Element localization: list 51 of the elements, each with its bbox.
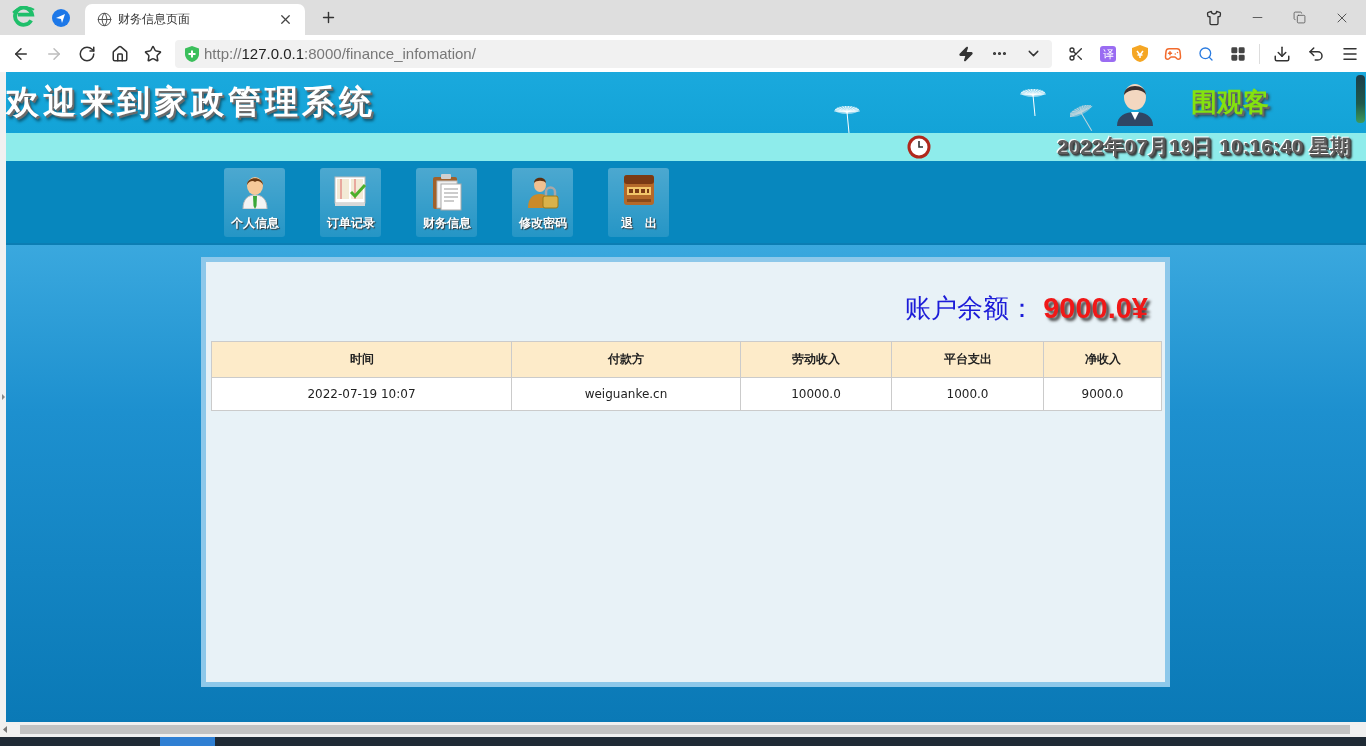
dandelion-icon: [832, 105, 862, 133]
star-icon[interactable]: [144, 44, 162, 63]
undo-icon[interactable]: [1307, 44, 1325, 63]
table-cell: 1000.0: [891, 377, 1044, 411]
table-cell: 2022-07-19 10:07: [211, 377, 512, 411]
scroll-left-icon[interactable]: [3, 726, 7, 733]
column-header: 平台支出: [891, 341, 1044, 378]
skin-icon[interactable]: [1206, 9, 1222, 26]
new-tab-icon[interactable]: [320, 9, 337, 26]
globe-icon: [97, 12, 112, 27]
scissors-icon[interactable]: [1068, 45, 1084, 62]
date-time: 2022年07月19日 10:16:40 星期: [1057, 134, 1352, 160]
nav-button[interactable]: 个人信息: [224, 168, 285, 237]
table-cell: 9000.0: [1043, 377, 1162, 411]
restore-icon[interactable]: [1293, 11, 1306, 24]
dandelion-icon: [1018, 88, 1048, 116]
navigation-icon[interactable]: [52, 8, 70, 27]
table-cell: weiguanke.cn: [511, 377, 741, 411]
nav-button[interactable]: 财务信息: [416, 168, 477, 237]
translate-button[interactable]: 译: [1100, 45, 1116, 62]
nav-button[interactable]: 修改密码: [512, 168, 573, 237]
search-icon[interactable]: [1198, 45, 1214, 62]
close-tab-icon[interactable]: [278, 12, 293, 27]
notebook-check-icon: [332, 173, 369, 207]
browser-tab[interactable]: 财务信息页面: [85, 4, 305, 35]
address-field[interactable]: http://127.0.0.1:8000/finance_infomation/: [175, 39, 1052, 68]
clock-icon: [907, 135, 931, 159]
reload-icon[interactable]: [78, 44, 96, 63]
card-reader-icon: [621, 173, 656, 207]
scrollbar-thumb[interactable]: [20, 725, 1350, 734]
balance-label: 账户余额：: [905, 291, 1036, 325]
column-header: 时间: [211, 341, 512, 378]
scrollbar-thumb[interactable]: [1356, 75, 1365, 123]
download-icon[interactable]: [1273, 44, 1291, 63]
column-header: 劳动收入: [740, 341, 892, 378]
grid-icon[interactable]: [1230, 45, 1246, 62]
security-shield-icon: [185, 45, 199, 62]
lightning-icon[interactable]: [958, 45, 974, 62]
url-text: http://127.0.0.1:8000/finance_infomation/: [204, 45, 476, 62]
nav-button[interactable]: 订单记录: [320, 168, 381, 237]
user-name: 围观客: [1191, 86, 1269, 119]
nav-button[interactable]: 退 出: [608, 168, 669, 237]
home-icon[interactable]: [111, 44, 129, 63]
horizontal-scrollbar[interactable]: [0, 722, 1366, 737]
clipboard-icon: [431, 173, 462, 211]
column-header: 净收入: [1043, 341, 1162, 378]
table-cell: 10000.0: [740, 377, 892, 411]
balance-amount: 9000.0¥: [1043, 291, 1148, 325]
collapse-arrow-icon[interactable]: [1, 394, 5, 400]
column-header: 付款方: [511, 341, 741, 378]
site-title: 欢迎来到家政管理系统: [6, 81, 376, 123]
